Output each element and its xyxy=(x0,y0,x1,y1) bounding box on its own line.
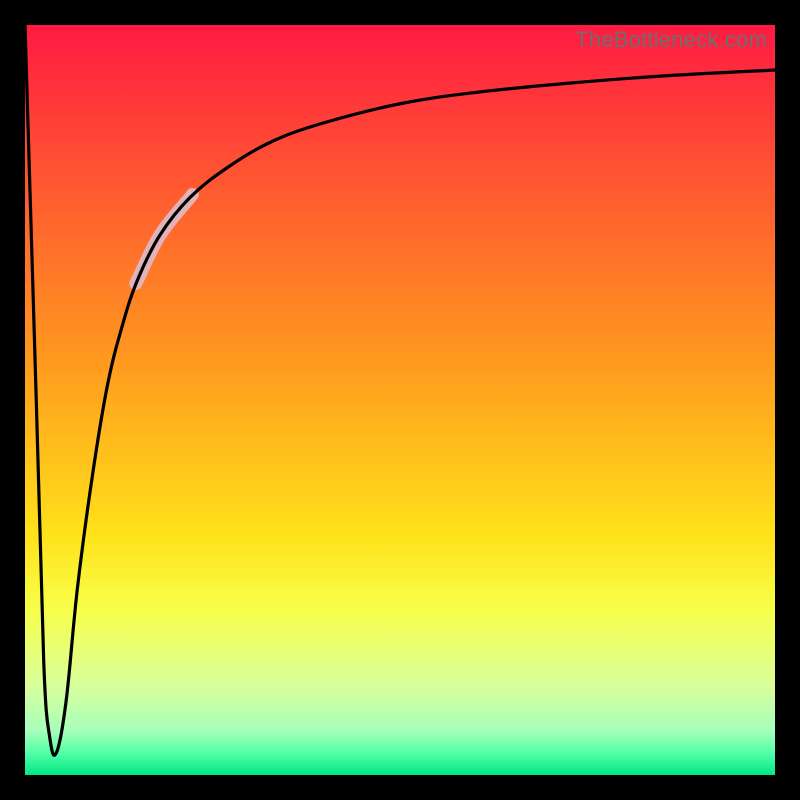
bottleneck-curve xyxy=(25,25,775,755)
curve-layer xyxy=(25,25,775,775)
chart-frame: TheBottleneck.com xyxy=(0,0,800,800)
plot-area: TheBottleneck.com xyxy=(25,25,775,775)
highlight-segment xyxy=(136,195,193,284)
